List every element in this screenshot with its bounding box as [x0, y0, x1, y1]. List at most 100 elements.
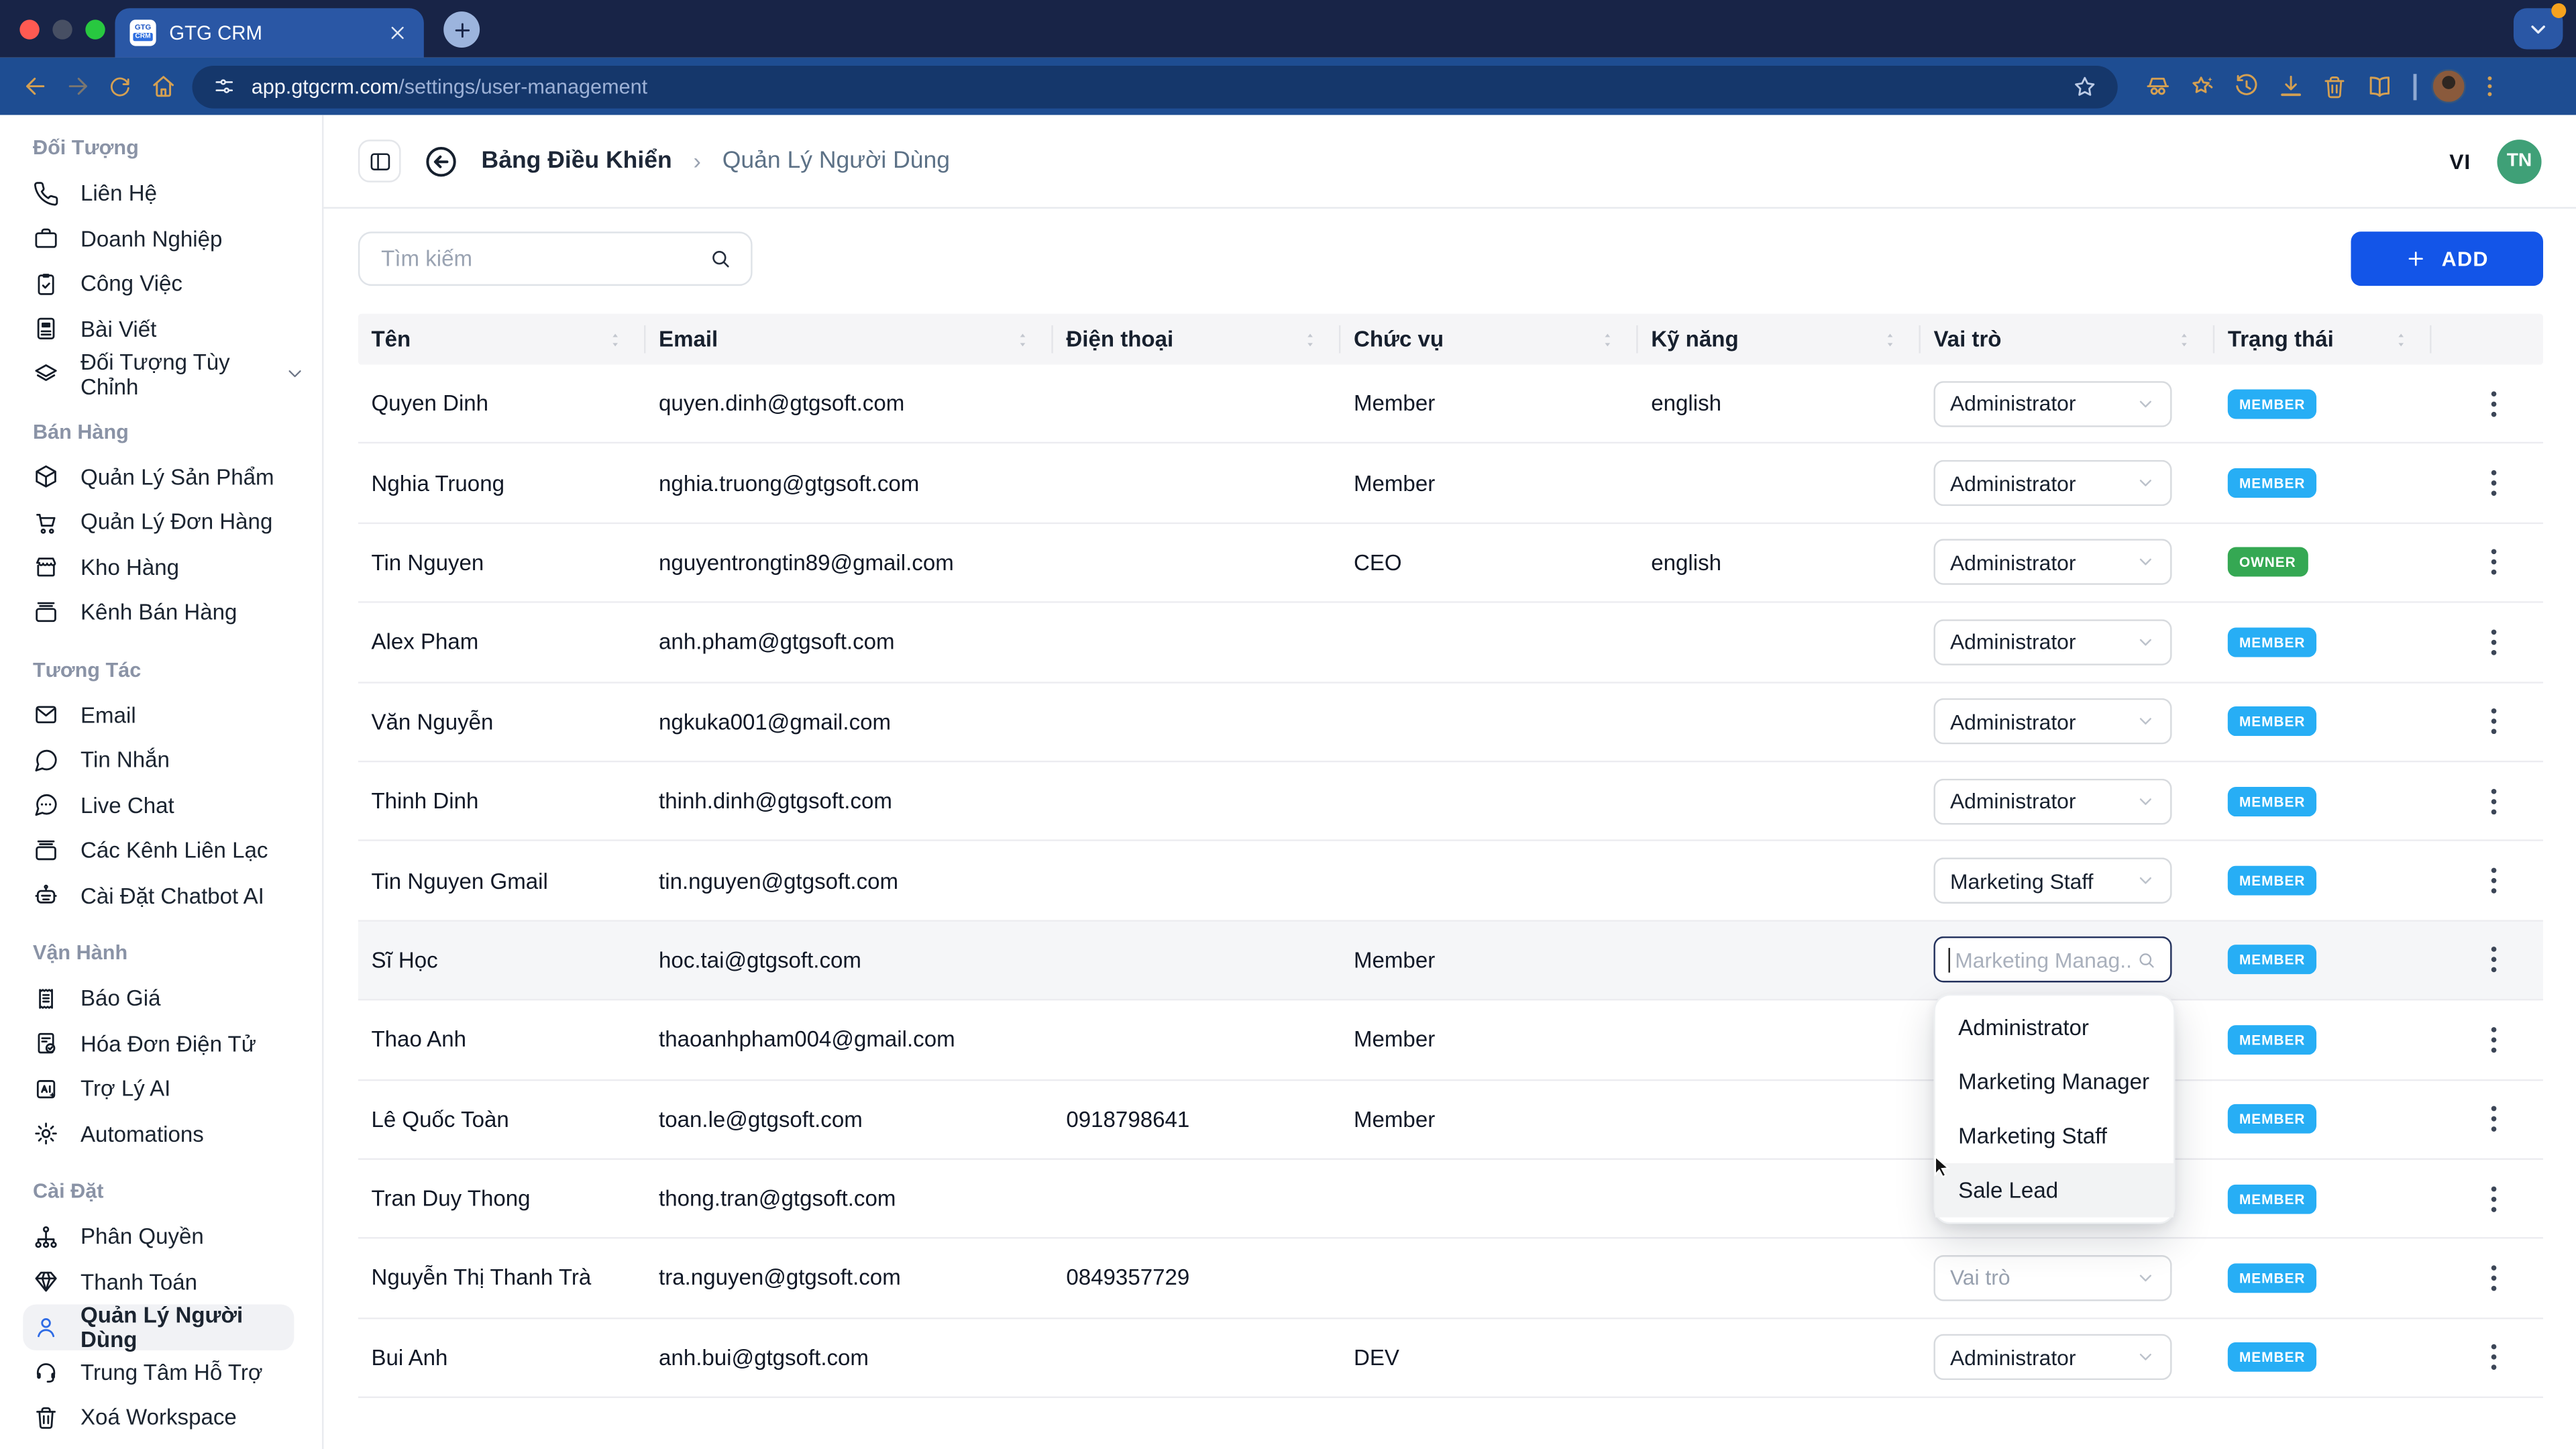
- sidebar-item-tro-ly-ai[interactable]: Trợ Lý AI: [0, 1066, 322, 1111]
- sidebar-item-cai-dat-chatbot-ai[interactable]: Cài Đặt Chatbot AI: [0, 873, 322, 918]
- role-select[interactable]: Administrator: [1933, 1334, 2171, 1381]
- home-button[interactable]: [142, 65, 184, 108]
- row-menu-icon[interactable]: [2476, 1022, 2512, 1058]
- sidebar-item-quan-ly-san-pham[interactable]: Quản Lý Sản Phẩm: [0, 454, 322, 499]
- table-row[interactable]: Nguyễn Thị Thanh Trà tra.nguyen@gtgsoft.…: [358, 1239, 2543, 1319]
- back-circle-button[interactable]: [422, 142, 460, 180]
- table-row[interactable]: Tin Nguyen Gmail tin.nguyen@gtgsoft.com …: [358, 842, 2543, 922]
- browser-profile-avatar[interactable]: [2430, 69, 2465, 103]
- sidebar-toggle-button[interactable]: [358, 140, 401, 182]
- role-option-administrator[interactable]: Administrator: [1935, 1000, 2174, 1055]
- table-row[interactable]: Nghia Truong nghia.truong@gtgsoft.com Me…: [358, 444, 2543, 524]
- row-menu-icon[interactable]: [2476, 624, 2512, 660]
- table-row[interactable]: Quyen Dinh quyen.dinh@gtgsoft.com Member…: [358, 365, 2543, 445]
- column-header-role[interactable]: Vai trò: [1921, 314, 2214, 365]
- row-menu-icon[interactable]: [2476, 1260, 2512, 1296]
- role-select[interactable]: Administrator: [1933, 698, 2171, 745]
- zoom-window-button[interactable]: [85, 19, 105, 38]
- back-button[interactable]: [13, 65, 56, 108]
- sidebar-item-email[interactable]: Email: [0, 692, 322, 737]
- row-menu-icon[interactable]: [2476, 465, 2512, 501]
- sidebar-item-phan-quyen[interactable]: Phân Quyền: [0, 1214, 322, 1259]
- row-menu-icon[interactable]: [2476, 783, 2512, 819]
- sidebar-item-cac-kenh-lien-lac[interactable]: Các Kênh Liên Lạc: [0, 828, 322, 873]
- reading-list-icon[interactable]: [2359, 66, 2399, 106]
- row-menu-icon[interactable]: [2476, 1340, 2512, 1376]
- column-header-phone[interactable]: Điện thoại: [1053, 314, 1341, 365]
- browser-tab[interactable]: GTG CRM GTG CRM: [115, 8, 423, 57]
- sidebar-item-tin-nhan[interactable]: Tin Nhắn: [0, 738, 322, 783]
- role-search-input[interactable]: [1951, 946, 2135, 974]
- role-select[interactable]: Administrator: [1933, 539, 2171, 586]
- sidebar-item-hoa-don-dien-tu[interactable]: Hóa Đơn Điện Tử: [0, 1021, 322, 1066]
- forward-button[interactable]: [56, 65, 99, 108]
- row-menu-icon[interactable]: [2476, 863, 2512, 899]
- role-select[interactable]: Administrator: [1933, 619, 2171, 665]
- sidebar-item-kho-hang[interactable]: Kho Hàng: [0, 545, 322, 590]
- role-option-sale-lead[interactable]: Sale Lead: [1935, 1163, 2174, 1218]
- table-row[interactable]: Tin Nguyen nguyentrongtin89@gmail.com CE…: [358, 524, 2543, 604]
- table-row[interactable]: Thinh Dinh thinh.dinh@gtgsoft.com Admini…: [358, 762, 2543, 842]
- sidebar-item-doanh-nghiep[interactable]: Doanh Nghiệp: [0, 216, 322, 261]
- search-box[interactable]: [358, 231, 753, 286]
- table-row[interactable]: Bui Anh anh.bui@gtgsoft.com DEV Administ…: [358, 1319, 2543, 1399]
- table-row[interactable]: Tran Duy Thong thong.tran@gtgsoft.com ME…: [358, 1160, 2543, 1240]
- sidebar-item-bao-gia[interactable]: Báo Giá: [0, 976, 322, 1021]
- reload-button[interactable]: [99, 65, 142, 108]
- sidebar-item-thanh-toan[interactable]: Thanh Toán: [0, 1259, 322, 1304]
- row-menu-icon[interactable]: [2476, 545, 2512, 581]
- role-select[interactable]: Marketing Staff: [1933, 857, 2171, 904]
- sidebar-item-live-chat[interactable]: Live Chat: [0, 783, 322, 828]
- history-icon[interactable]: [2226, 66, 2265, 106]
- role-select[interactable]: Administrator: [1933, 778, 2171, 824]
- role-select-placeholder[interactable]: Vai trò: [1933, 1255, 2171, 1301]
- role-option-marketing-manager[interactable]: Marketing Manager: [1935, 1055, 2174, 1109]
- column-header-skills[interactable]: Kỹ năng: [1638, 314, 1921, 365]
- star-sparkle-icon[interactable]: [2182, 66, 2221, 106]
- bookmark-star-icon[interactable]: [2072, 73, 2098, 99]
- site-settings-icon[interactable]: [212, 74, 237, 99]
- table-row[interactable]: Văn Nguyễn ngkuka001@gmail.com Administr…: [358, 683, 2543, 763]
- row-menu-icon[interactable]: [2476, 386, 2512, 422]
- sidebar-item-automations[interactable]: Automations: [0, 1112, 322, 1157]
- close-tab-icon[interactable]: [386, 21, 409, 44]
- role-select[interactable]: Administrator: [1933, 380, 2171, 427]
- sidebar-item-trung-tam-ho-tro[interactable]: Trung Tâm Hỗ Trợ: [0, 1350, 322, 1395]
- trash-icon[interactable]: [2315, 66, 2355, 106]
- sidebar-item-xoa-workspace[interactable]: Xoá Workspace: [0, 1395, 322, 1440]
- minimize-window-button[interactable]: [52, 19, 72, 38]
- row-menu-icon[interactable]: [2476, 1181, 2512, 1217]
- row-menu-icon[interactable]: [2476, 1101, 2512, 1137]
- column-header-email[interactable]: Email: [645, 314, 1053, 365]
- sidebar-item-quan-ly-don-hang[interactable]: Quản Lý Đơn Hàng: [0, 499, 322, 544]
- download-icon[interactable]: [2270, 66, 2310, 106]
- column-header-status[interactable]: Trạng thái: [2214, 314, 2431, 365]
- table-row[interactable]: Thao Anh thaoanhpham004@gmail.com Member…: [358, 1001, 2543, 1081]
- sidebar-item-cong-viec[interactable]: Công Việc: [0, 261, 322, 306]
- incognito-icon[interactable]: [2137, 66, 2177, 106]
- sidebar-item-kenh-ban-hang[interactable]: Kênh Bán Hàng: [0, 590, 322, 635]
- sidebar-item-lien-he[interactable]: Liên Hệ: [0, 171, 322, 216]
- column-header-name[interactable]: Tên: [358, 314, 646, 365]
- address-bar[interactable]: app.gtgcrm.com/settings/user-management: [193, 65, 2118, 108]
- column-header-position[interactable]: Chức vụ: [1340, 314, 1638, 365]
- role-select[interactable]: Administrator: [1933, 460, 2171, 506]
- sidebar-item-bai-viet[interactable]: Bài Viết: [0, 307, 322, 352]
- browser-menu-icon[interactable]: [2470, 66, 2510, 106]
- sidebar-item-quan-ly-nguoi-dung[interactable]: Quản Lý Người Dùng: [23, 1304, 294, 1349]
- row-menu-icon[interactable]: [2476, 704, 2512, 740]
- new-tab-button[interactable]: [443, 11, 480, 48]
- role-option-marketing-staff[interactable]: Marketing Staff: [1935, 1109, 2174, 1163]
- sidebar-item-doi-tuong-tuy-chinh[interactable]: Đối Tượng Tùy Chỉnh: [0, 352, 322, 396]
- breadcrumb-root[interactable]: Bảng Điều Khiển: [482, 148, 672, 174]
- add-button[interactable]: ADD: [2351, 231, 2543, 286]
- window-controls[interactable]: [19, 19, 105, 38]
- table-row[interactable]: Alex Pham anh.pham@gtgsoft.com Administr…: [358, 603, 2543, 683]
- row-menu-icon[interactable]: [2476, 942, 2512, 978]
- user-avatar[interactable]: TN: [2497, 139, 2541, 183]
- table-row[interactable]: Lê Quốc Toàn toan.le@gtgsoft.com 0918798…: [358, 1080, 2543, 1160]
- close-window-button[interactable]: [19, 19, 39, 38]
- language-selector[interactable]: VI: [2449, 149, 2471, 174]
- table-row-editing[interactable]: Sĩ Học hoc.tai@gtgsoft.com Member MEMBER: [358, 921, 2543, 1001]
- role-combobox[interactable]: [1933, 937, 2171, 983]
